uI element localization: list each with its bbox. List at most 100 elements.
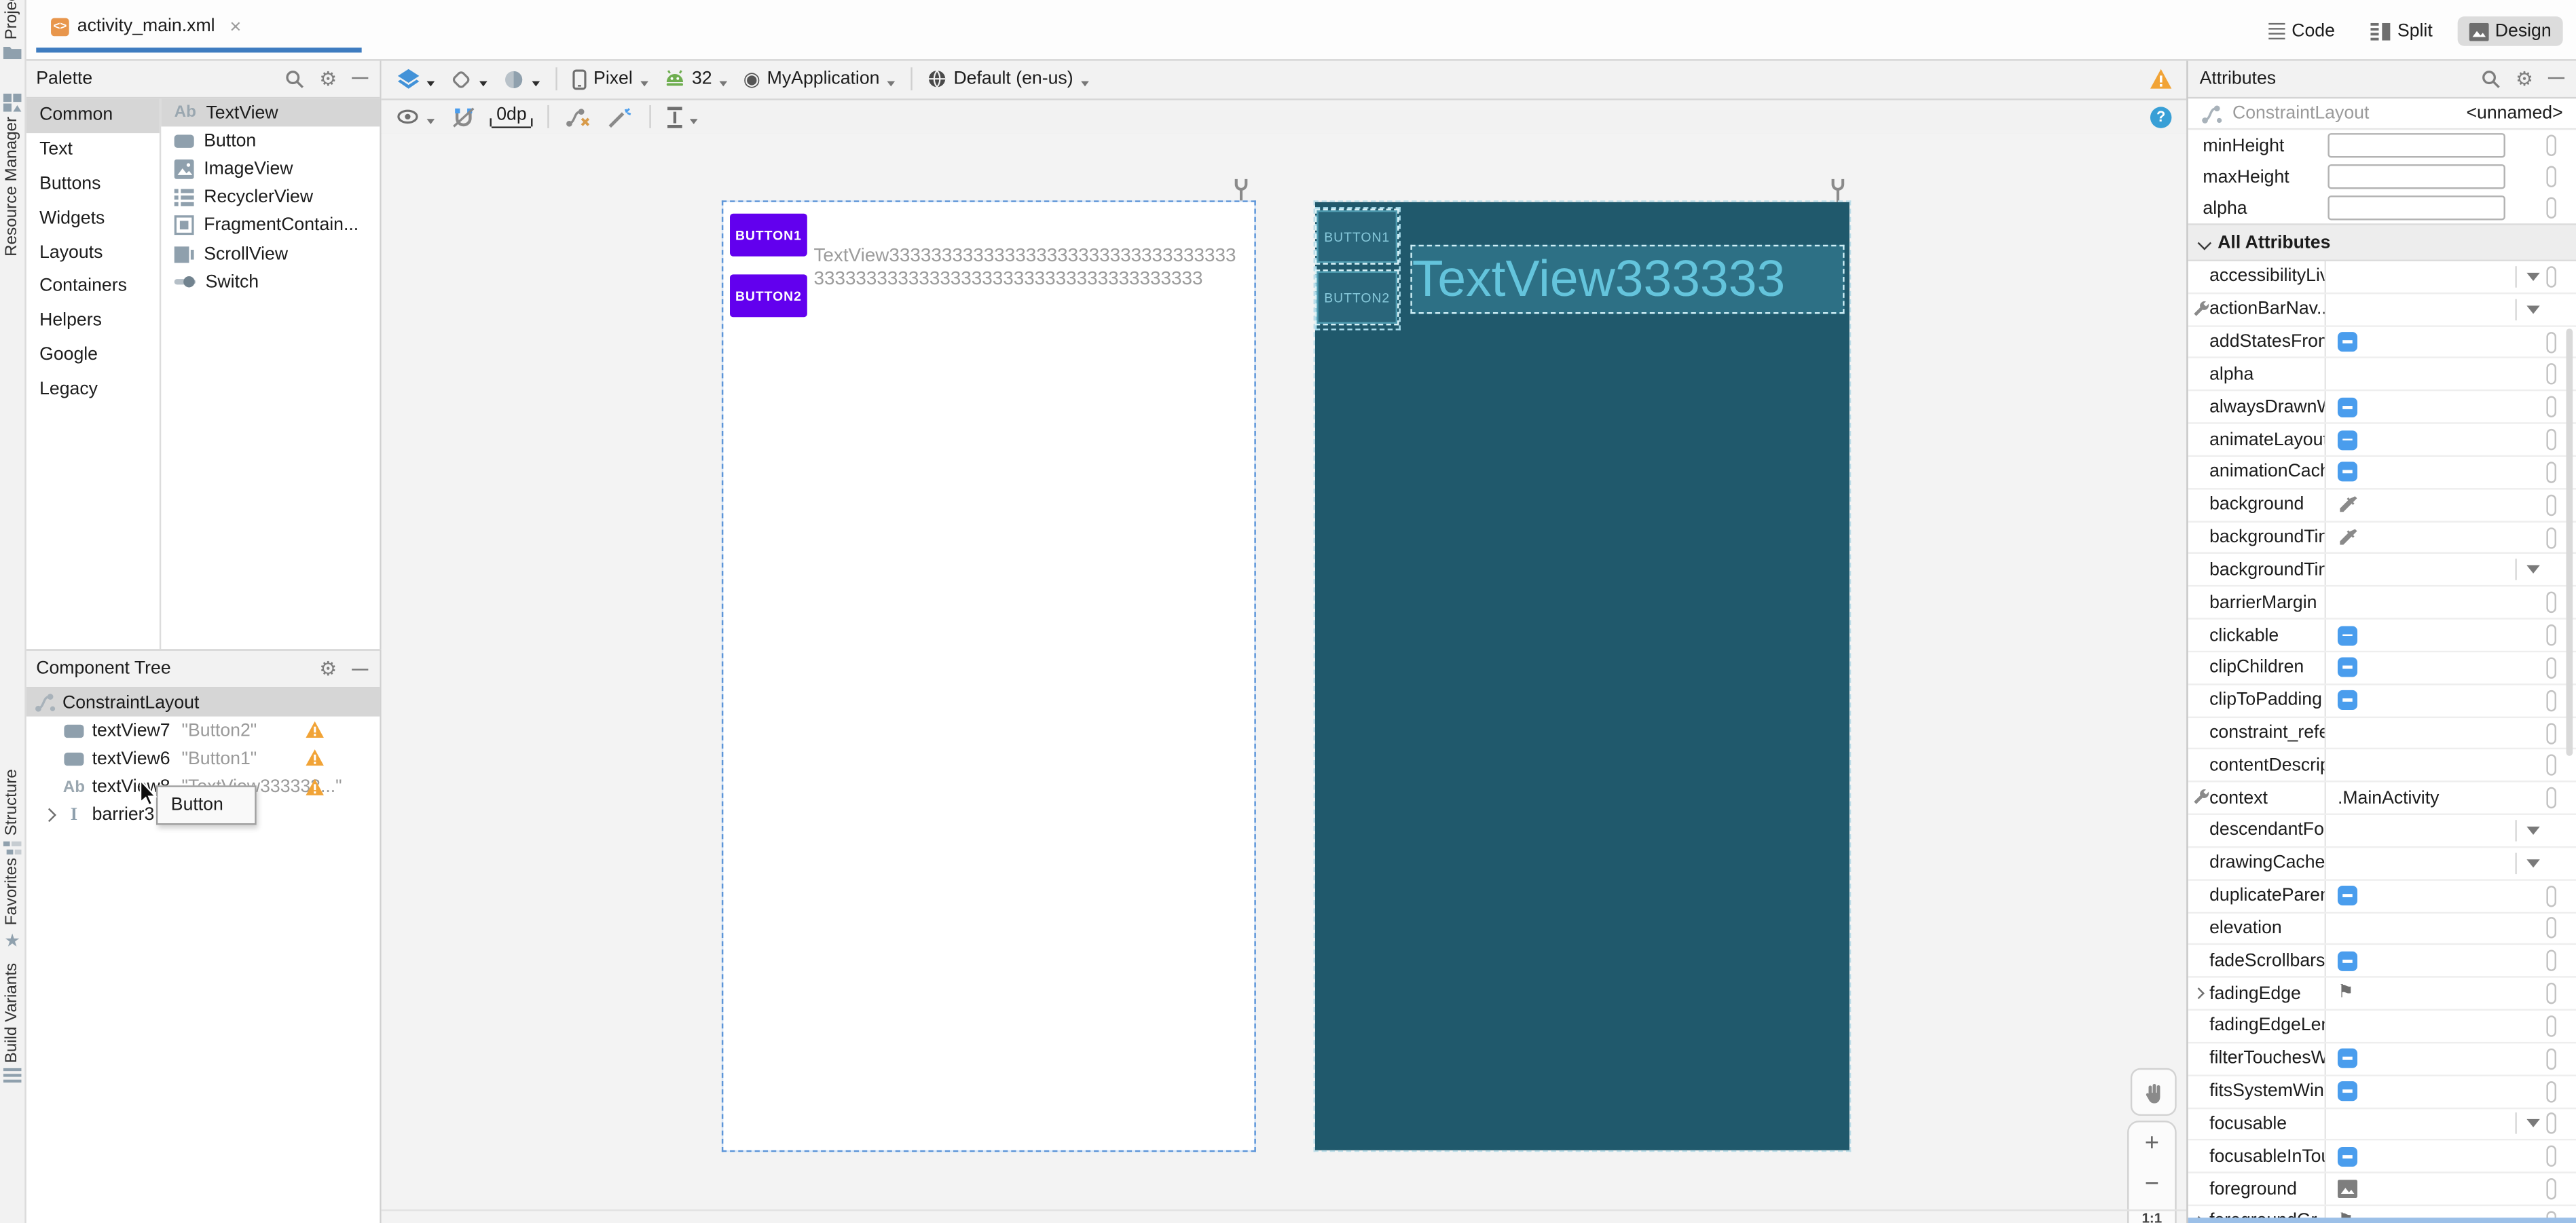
attr-row-actionbarnav[interactable]: actionBarNav... (2188, 293, 2576, 326)
pick-icon[interactable] (2546, 494, 2556, 516)
pick-icon[interactable] (2546, 462, 2556, 483)
pick-icon[interactable] (2546, 657, 2556, 679)
gear-icon[interactable]: ⚙ (2516, 67, 2533, 90)
search-icon[interactable] (2481, 68, 2501, 88)
minimize-icon[interactable] (352, 668, 369, 670)
pick-icon[interactable] (2546, 364, 2556, 385)
design-surface[interactable]: BUTTON1 BUTTON2 TextView3333333333333333… (381, 133, 2187, 1223)
attr-row-elevation[interactable]: elevation (2188, 913, 2576, 946)
stripe-item-resource-manager[interactable]: Resource Manager (0, 94, 24, 257)
tristate-toggle[interactable] (2337, 951, 2358, 971)
code-view-button[interactable]: Code (2257, 16, 2346, 48)
attr-row-drawingcache[interactable]: drawingCache... (2188, 848, 2576, 881)
dropdown-button[interactable] (2515, 848, 2540, 879)
tristate-toggle[interactable] (2337, 332, 2358, 352)
pick-icon[interactable] (2546, 429, 2556, 451)
split-view-button[interactable]: Split (2359, 16, 2444, 46)
attr-row-background[interactable]: background (2188, 489, 2576, 523)
tristate-toggle[interactable] (2337, 690, 2358, 711)
dropdown-button[interactable] (2515, 554, 2540, 586)
attr-row-filtertouchesw[interactable]: filterTouchesW... (2188, 1043, 2576, 1076)
attr-row-clipchildren[interactable]: clipChildren (2188, 652, 2576, 685)
palette-category-legacy[interactable]: Legacy (24, 372, 160, 406)
pick-icon[interactable] (2546, 1178, 2556, 1200)
guidelines-button[interactable] (667, 106, 699, 128)
attr-row-descendantfoc[interactable]: descendantFoc... (2188, 815, 2576, 848)
help-icon[interactable]: ? (2150, 106, 2172, 128)
stripe-item-build-variants[interactable]: Build Variants (0, 963, 24, 1083)
palette-category-text[interactable]: Text (24, 133, 160, 167)
tristate-toggle[interactable] (2337, 1049, 2358, 1069)
gear-icon[interactable]: ⚙ (319, 657, 337, 680)
color-picker-icon[interactable] (2338, 495, 2357, 514)
attr-value[interactable]: .MainActivity (2338, 788, 2440, 808)
tristate-toggle[interactable] (2337, 658, 2358, 678)
tristate-toggle[interactable] (2337, 397, 2358, 417)
attr-row-alwaysdrawnw[interactable]: alwaysDrawnW... (2188, 392, 2576, 425)
tristate-toggle[interactable] (2337, 625, 2358, 645)
stripe-item-favorites[interactable]: Favorites ★ (0, 858, 24, 952)
design-view-button[interactable]: Design (2457, 16, 2563, 46)
pick-icon[interactable] (2546, 690, 2556, 711)
pick-icon[interactable] (2546, 1146, 2556, 1167)
attr-row-focusable[interactable]: focusable (2188, 1108, 2576, 1142)
zoom-out-button[interactable]: − (2145, 1169, 2159, 1197)
tree-row-constraintlayout[interactable]: ConstraintLayout (24, 688, 380, 717)
autoconnect-button[interactable] (452, 106, 475, 127)
color-picker-icon[interactable] (2338, 527, 2357, 547)
pick-icon[interactable] (2546, 527, 2556, 548)
pick-icon[interactable] (2546, 918, 2556, 939)
blueprint-button1[interactable]: BUTTON1 (1314, 208, 1399, 265)
pick-icon[interactable] (2546, 396, 2556, 418)
palette-category-common[interactable]: Common (24, 98, 160, 133)
api-selector[interactable]: 32 (664, 69, 729, 89)
pick-icon[interactable] (2546, 1080, 2556, 1102)
tristate-toggle[interactable] (2337, 1081, 2358, 1102)
palette-item-switch[interactable]: Switch (161, 268, 380, 297)
selected-component-row[interactable]: ConstraintLayout <unnamed> (2188, 98, 2576, 130)
palette-category-containers[interactable]: Containers (24, 269, 160, 303)
blueprint-button2[interactable]: BUTTON2 (1314, 269, 1399, 326)
attr-row-addstatesfrom[interactable]: addStatesFrom... (2188, 326, 2576, 359)
stripe-item-structure[interactable]: Structure (0, 769, 24, 855)
zoom-in-button[interactable]: + (2145, 1129, 2159, 1156)
attr-row-fadingedgelen[interactable]: fadingEdgeLen... (2188, 1011, 2576, 1044)
locale-selector[interactable]: Default (en-us) (927, 69, 1090, 89)
attr-row-foreground[interactable]: foreground (2188, 1173, 2576, 1207)
tree-row-textview6[interactable]: textView6 "Button1" (24, 745, 380, 774)
pick-icon[interactable] (2546, 983, 2556, 1004)
attr-row-duplicateparent[interactable]: duplicateParent... (2188, 880, 2576, 914)
default-margin-selector[interactable]: 0dp (490, 105, 534, 128)
palette-category-layouts[interactable]: Layouts (24, 236, 160, 269)
pick-icon[interactable] (2546, 885, 2556, 907)
tab-close-icon[interactable]: × (229, 15, 241, 38)
pick-icon[interactable] (2546, 1048, 2556, 1070)
dropdown-button[interactable] (2515, 294, 2540, 325)
palette-item-scrollview[interactable]: ScrollView (161, 240, 380, 268)
attr-row-backgroundtin[interactable]: backgroundTin... (2188, 554, 2576, 588)
blueprint-preview[interactable]: BUTTON1 BUTTON2 TextView333333 (1313, 200, 1852, 1152)
zoom-ratio-button[interactable]: 1:1 (2141, 1210, 2162, 1223)
blueprint-textview8[interactable]: TextView333333 (1410, 244, 1845, 314)
palette-item-fragmentcontain[interactable]: FragmentContain... (161, 212, 380, 240)
pick-icon[interactable] (2546, 266, 2556, 288)
attr-row-animationcache[interactable]: animationCache (2188, 457, 2576, 490)
tab-activity-main[interactable]: <> activity_main.xml × (36, 3, 256, 50)
view-mode-button[interactable] (397, 68, 436, 89)
pick-icon[interactable] (2546, 722, 2556, 744)
attr-row-backgroundtint[interactable]: backgroundTint (2188, 522, 2576, 555)
palette-item-textview[interactable]: Ab TextView (161, 98, 380, 127)
textview8-rendered[interactable]: TextView33333333333333333333333333333333… (813, 246, 1244, 291)
attr-value-input[interactable] (2327, 195, 2505, 221)
attr-row-fitssystemwind[interactable]: fitsSystemWind... (2188, 1076, 2576, 1109)
night-mode-button[interactable] (503, 68, 541, 89)
view-options-button[interactable] (397, 108, 436, 126)
pick-icon[interactable] (2546, 197, 2556, 219)
device-selector[interactable]: Pixel (572, 68, 649, 90)
orientation-button[interactable] (450, 68, 488, 89)
attr-row-animatelayout[interactable]: animateLayout... (2188, 424, 2576, 457)
attr-row-alpha[interactable]: alpha (2188, 358, 2576, 392)
attr-value-input[interactable] (2327, 164, 2505, 189)
tristate-toggle[interactable] (2337, 430, 2358, 450)
palette-category-google[interactable]: Google (24, 338, 160, 372)
